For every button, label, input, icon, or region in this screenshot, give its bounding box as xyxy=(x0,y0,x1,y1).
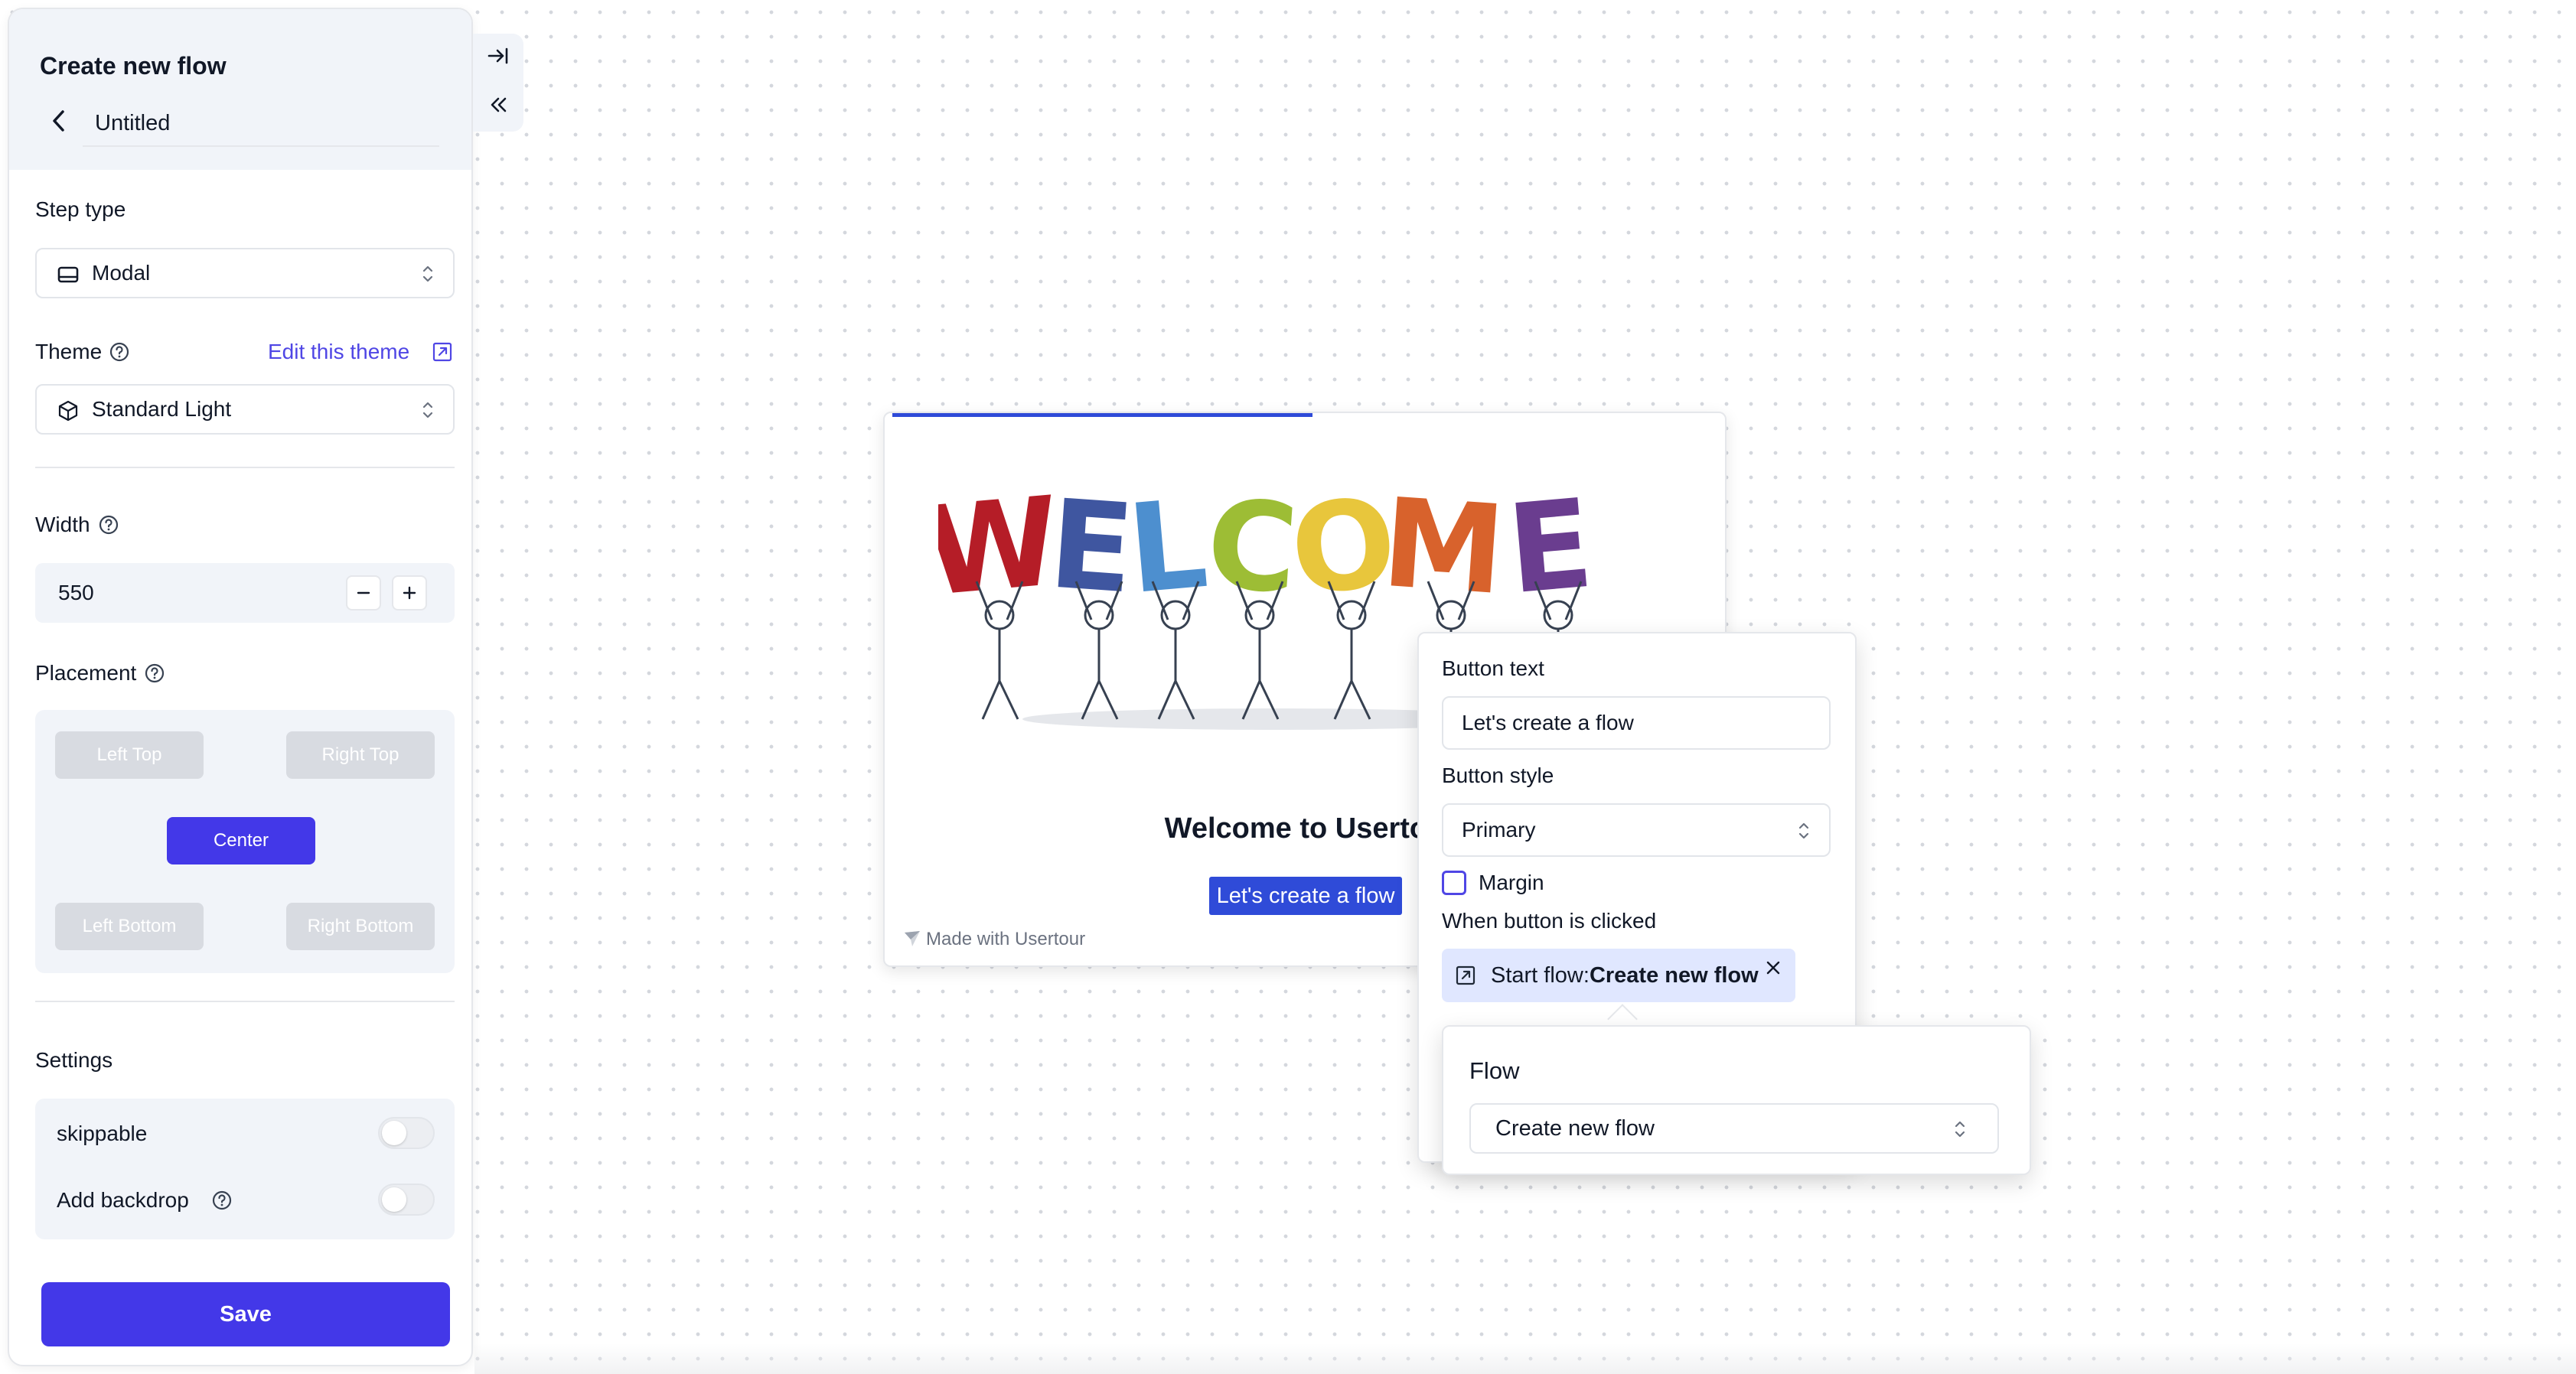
flow-label: Flow xyxy=(1469,1057,1520,1084)
help-circle-icon[interactable] xyxy=(144,663,165,684)
divider xyxy=(35,467,455,468)
button-text-input[interactable]: Let's create a flow xyxy=(1442,696,1831,750)
made-with-text: Made with Usertour xyxy=(926,929,1086,949)
theme-select[interactable]: Standard Light xyxy=(35,384,455,435)
step-type-value: Modal xyxy=(92,261,151,285)
sidebar-header: Create new flow Untitled xyxy=(9,9,471,170)
action-prefix: Start flow: xyxy=(1491,963,1590,988)
save-button[interactable]: Save xyxy=(41,1282,450,1346)
external-link-icon[interactable] xyxy=(432,341,453,363)
placement-right-top-button[interactable]: Right Top xyxy=(286,731,435,779)
width-label: Width xyxy=(35,513,90,536)
progress-bar xyxy=(892,413,1312,417)
on-click-label: When button is clicked xyxy=(1442,909,1657,933)
placement-left-bottom-button[interactable]: Left Bottom xyxy=(55,903,204,950)
skippable-toggle[interactable] xyxy=(378,1117,435,1149)
help-circle-icon[interactable] xyxy=(211,1190,233,1211)
back-arrow-icon[interactable] xyxy=(47,107,70,135)
canvas-bottom-fade xyxy=(474,1343,2576,1374)
welcome-letter: M xyxy=(1378,474,1509,622)
flow-value: Create new flow xyxy=(1495,1116,1655,1141)
flow-editor-sidebar: Create new flow Untitled Step type Modal… xyxy=(8,8,473,1366)
minus-icon xyxy=(357,591,370,594)
decrement-button[interactable] xyxy=(346,575,381,610)
step-name-input[interactable]: Untitled xyxy=(83,99,439,147)
chevron-up-down-icon xyxy=(1798,822,1809,839)
start-flow-action[interactable]: Start flow:Create new flow xyxy=(1442,949,1795,1002)
button-style-label: Button style xyxy=(1442,764,1554,787)
settings-panel: skippable Add backdrop xyxy=(35,1099,455,1239)
placement-center-button[interactable]: Center xyxy=(167,817,315,864)
placement-right-bottom-button[interactable]: Right Bottom xyxy=(286,903,435,950)
margin-label: Margin xyxy=(1479,871,1544,894)
welcome-letter: L xyxy=(1123,474,1213,621)
button-style-value: Primary xyxy=(1462,818,1536,842)
increment-button[interactable] xyxy=(392,575,427,610)
chevron-up-down-icon xyxy=(1955,1121,1965,1138)
flow-picker-popover: Flow Create new flow xyxy=(1442,1025,2031,1175)
edit-theme-link[interactable]: Edit this theme xyxy=(268,340,409,364)
margin-checkbox[interactable] xyxy=(1442,871,1466,895)
backdrop-toggle[interactable] xyxy=(378,1184,435,1216)
plus-icon xyxy=(403,586,416,600)
sidebar-title: Create new flow xyxy=(40,52,227,80)
width-input[interactable]: 550 xyxy=(35,563,455,623)
button-style-select[interactable]: Primary xyxy=(1442,803,1831,857)
step-type-label: Step type xyxy=(35,197,126,221)
close-icon[interactable] xyxy=(1763,958,1783,978)
external-link-icon xyxy=(1456,965,1475,985)
made-with-badge[interactable]: Made with Usertour xyxy=(903,929,1085,950)
cube-icon xyxy=(58,400,78,422)
modal-cta-button[interactable]: Let's create a flow xyxy=(1209,877,1402,915)
chevron-up-down-icon xyxy=(422,402,433,418)
flow-select[interactable]: Create new flow xyxy=(1469,1103,1999,1154)
usertour-logo-icon xyxy=(905,931,920,946)
placement-label: Placement xyxy=(35,661,137,685)
backdrop-label: Add backdrop xyxy=(57,1188,189,1212)
action-label: Start flow:Create new flow xyxy=(1491,949,1759,1002)
theme-value: Standard Light xyxy=(92,397,232,421)
step-type-select[interactable]: Modal xyxy=(35,248,455,298)
welcome-letter: E xyxy=(1502,474,1598,621)
chevron-up-down-icon xyxy=(422,265,433,282)
help-circle-icon[interactable] xyxy=(109,341,130,363)
expand-panel-icon[interactable] xyxy=(485,43,511,69)
width-value: 550 xyxy=(58,581,94,604)
settings-label: Settings xyxy=(35,1048,113,1072)
help-circle-icon[interactable] xyxy=(98,514,119,536)
placement-left-top-button[interactable]: Left Top xyxy=(55,731,204,779)
theme-label: Theme xyxy=(35,340,103,363)
placement-picker: Left Top Right Top Center Left Bottom Ri… xyxy=(35,710,455,973)
action-target: Create new flow xyxy=(1589,963,1759,988)
sidebar-toolbar xyxy=(473,34,523,132)
skippable-label: skippable xyxy=(57,1122,148,1145)
button-text-label: Button text xyxy=(1442,656,1544,680)
modal-icon xyxy=(57,266,79,283)
chevrons-left-icon[interactable] xyxy=(485,92,511,118)
divider xyxy=(35,1001,455,1002)
